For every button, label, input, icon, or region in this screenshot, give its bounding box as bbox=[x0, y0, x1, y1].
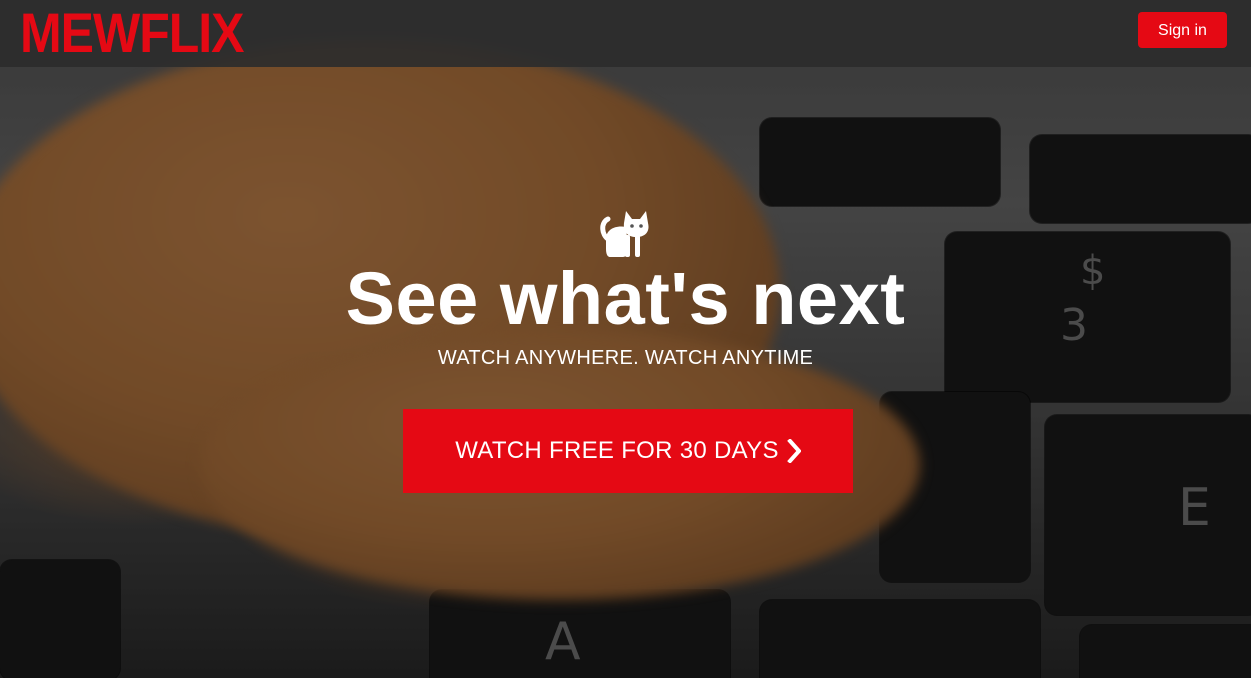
watch-free-label: WATCH FREE FOR 30 DAYS bbox=[455, 437, 779, 464]
chevron-right-icon bbox=[786, 439, 801, 463]
landing-page: $ 3 E A MEWFLIX Sign in See what's next … bbox=[0, 0, 1251, 678]
hero-section: See what's next WATCH ANYWHERE. WATCH AN… bbox=[0, 205, 1251, 370]
watch-free-button[interactable]: WATCH FREE FOR 30 DAYS bbox=[403, 409, 853, 493]
top-nav: MEWFLIX Sign in bbox=[0, 0, 1251, 67]
hero-tagline: WATCH ANYWHERE. WATCH ANYTIME bbox=[437, 347, 814, 369]
logo[interactable]: MEWFLIX bbox=[20, 4, 245, 62]
cat-icon bbox=[599, 211, 648, 257]
hero-headline: See what's next bbox=[345, 257, 906, 340]
sign-in-button[interactable]: Sign in bbox=[1138, 12, 1227, 48]
